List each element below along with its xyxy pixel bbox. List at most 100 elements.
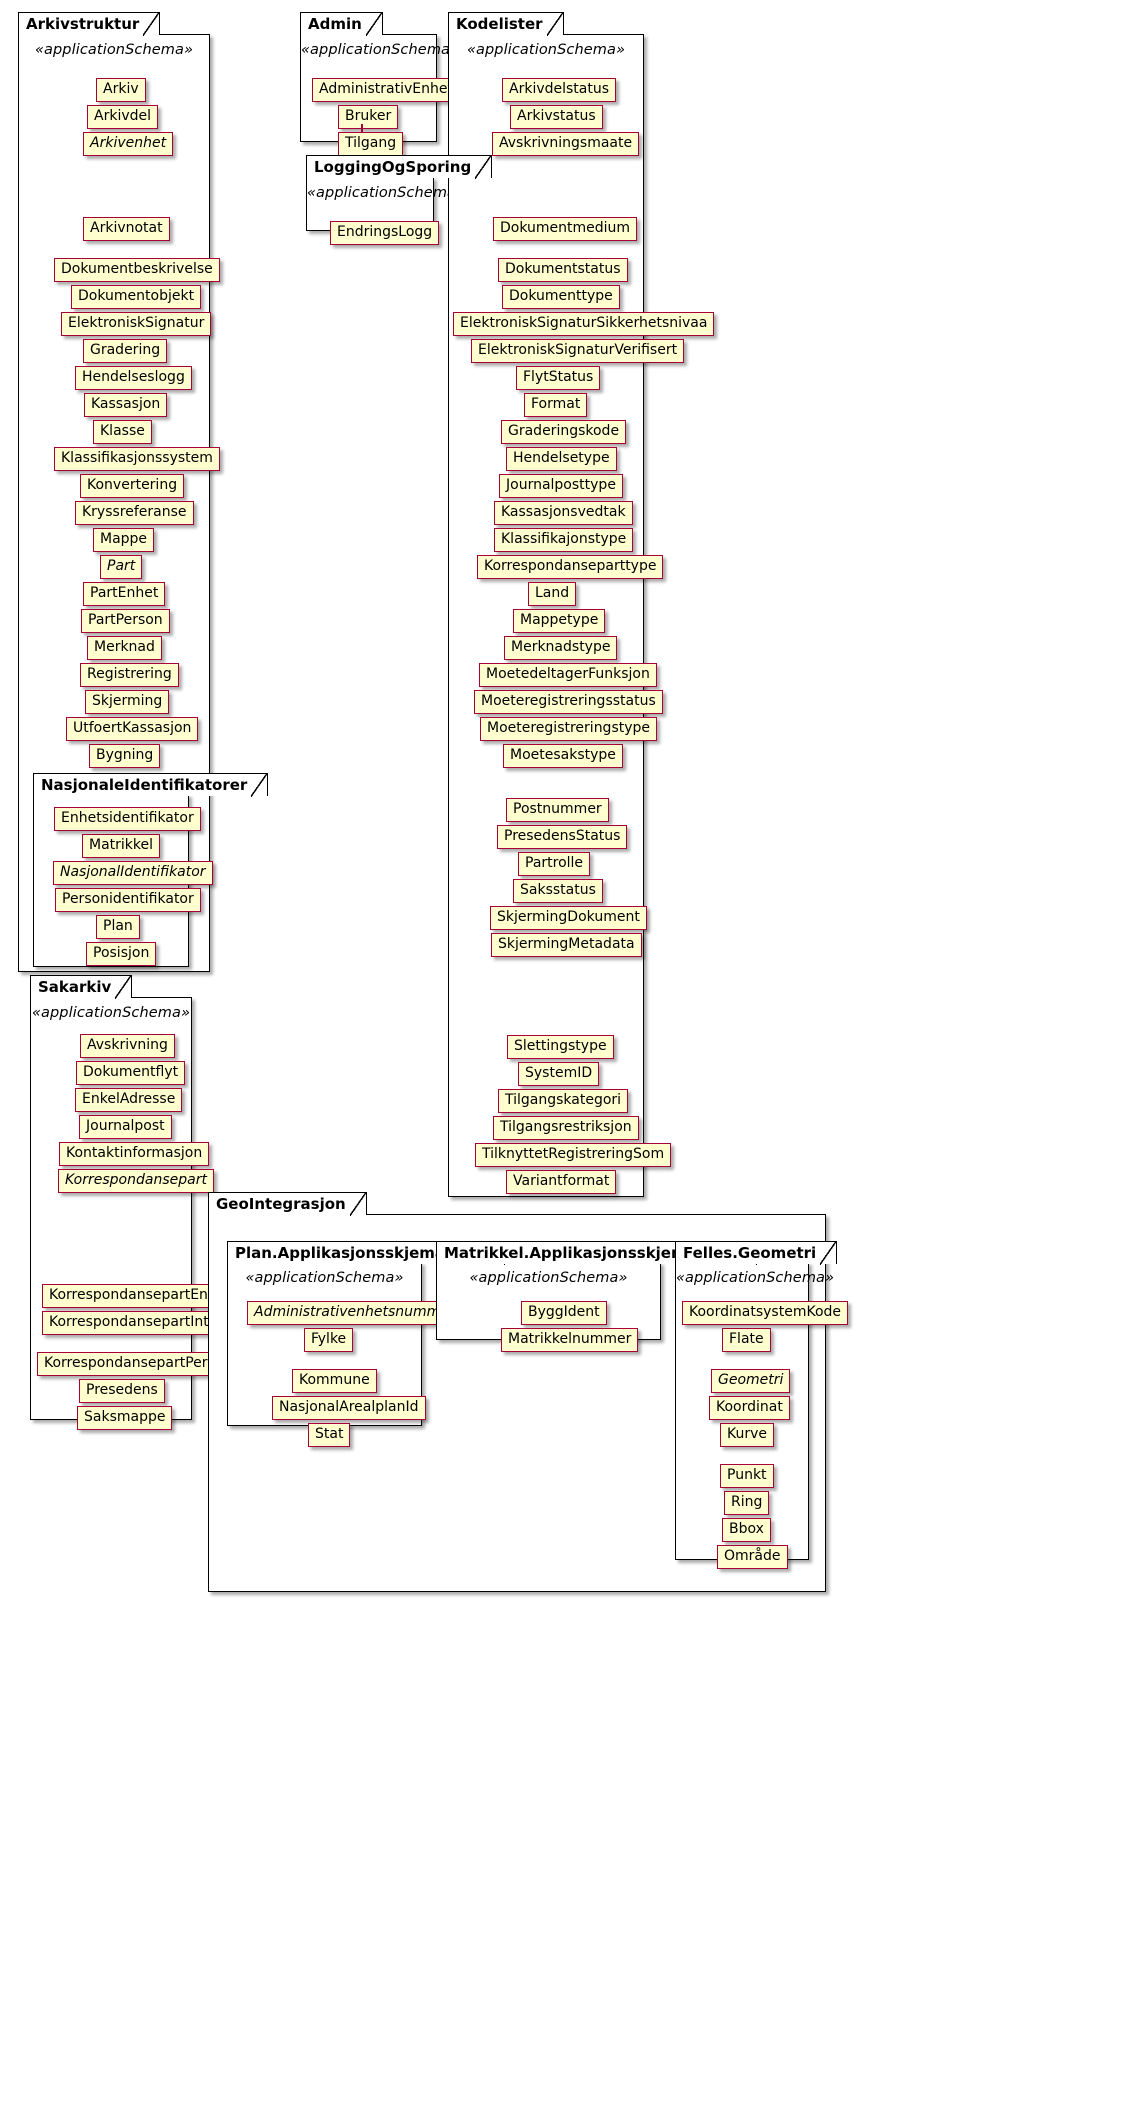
class-slettingstype[interactable]: Slettingstype: [507, 1034, 614, 1059]
package-sakarkiv[interactable]: Sakarkiv «applicationSchema» Avskrivning…: [30, 975, 240, 1430]
class-presedensstatus[interactable]: PresedensStatus: [497, 824, 628, 849]
class-kryssreferanse[interactable]: Kryssreferanse: [75, 500, 194, 525]
package-geointegrasjon[interactable]: GeoIntegrasjon Plan.Applikasjonsskjema.F…: [208, 1192, 849, 1592]
class-systemid[interactable]: SystemID: [518, 1061, 600, 1086]
class-arkivdelstatus[interactable]: Arkivdelstatus: [502, 77, 617, 102]
class-arkivnotat[interactable]: Arkivnotat: [83, 216, 170, 241]
package-felles-geometri[interactable]: Felles.Geometri «applicationSchema» Koor…: [675, 1240, 849, 1569]
class-stat[interactable]: Stat: [308, 1423, 351, 1447]
class-merknadstype[interactable]: Merknadstype: [504, 635, 618, 660]
class-skjermingdokument[interactable]: SkjermingDokument: [490, 905, 647, 930]
class-byggident[interactable]: ByggIdent: [521, 1301, 607, 1325]
class-bbox[interactable]: Bbox: [722, 1518, 771, 1542]
class-nasjonalidentifikator[interactable]: NasjonalIdentifikator: [53, 861, 213, 885]
class-ring[interactable]: Ring: [724, 1491, 770, 1515]
class-klassifikasjonssystem[interactable]: Klassifikasjonssystem: [54, 446, 220, 471]
class-moetedeltagerfunksjon[interactable]: MoetedeltagerFunksjon: [479, 662, 657, 687]
class-konvertering[interactable]: Konvertering: [80, 473, 185, 498]
class-moetesakstype[interactable]: Moetesakstype: [503, 743, 623, 768]
class-graderingskode[interactable]: Graderingskode: [501, 419, 627, 444]
class-presedens[interactable]: Presedens: [79, 1378, 165, 1403]
class-partenhet[interactable]: PartEnhet: [83, 581, 166, 606]
class-avskrivning[interactable]: Avskrivning: [80, 1033, 175, 1058]
class-dokumenttype[interactable]: Dokumenttype: [502, 284, 620, 309]
class-partrolle[interactable]: Partrolle: [518, 851, 591, 876]
class-variantformat[interactable]: Variantformat: [506, 1169, 617, 1194]
class-land[interactable]: Land: [528, 581, 577, 606]
class-administrativenhetsnummer[interactable]: Administrativenhetsnummer: [247, 1301, 462, 1325]
class-tilgang[interactable]: Tilgang: [338, 131, 404, 156]
class-dokumentbeskrivelse[interactable]: Dokumentbeskrivelse: [54, 257, 220, 282]
class-posisjon[interactable]: Posisjon: [86, 942, 157, 966]
class-format[interactable]: Format: [524, 392, 588, 417]
class-registrering[interactable]: Registrering: [80, 662, 179, 687]
class-geometri[interactable]: Geometri: [711, 1369, 791, 1393]
class-plan[interactable]: Plan: [96, 915, 140, 939]
package-kodelister[interactable]: Kodelister «applicationSchema» Arkivdels…: [448, 12, 715, 1197]
class-moeteregistreringstype[interactable]: Moeteregistreringstype: [480, 716, 658, 741]
package-matrikkel-applikasjonsskjema-felles[interactable]: Matrikkel.Applikasjonsskjema.Felles «app…: [436, 1240, 773, 1352]
class-arkivdel[interactable]: Arkivdel: [87, 104, 159, 129]
class-endringslogg[interactable]: EndringsLogg: [330, 220, 440, 245]
class-mappe[interactable]: Mappe: [93, 527, 155, 552]
class-avskrivningsmaate[interactable]: Avskrivningsmaate: [492, 131, 640, 156]
class-partperson[interactable]: PartPerson: [81, 608, 170, 633]
package-arkivstruktur[interactable]: Arkivstruktur «applicationSchema» Arkiv …: [18, 12, 269, 972]
class-kontaktinformasjon[interactable]: Kontaktinformasjon: [59, 1141, 210, 1166]
class-klassifikajonstype[interactable]: Klassifikajonstype: [494, 527, 634, 552]
class-hendelseslogg[interactable]: Hendelseslogg: [75, 365, 192, 390]
class-bygning[interactable]: Bygning: [89, 743, 161, 768]
class-moeteregistreringsstatus[interactable]: Moeteregistreringsstatus: [474, 689, 663, 714]
class-part[interactable]: Part: [100, 554, 143, 579]
class-kommune[interactable]: Kommune: [292, 1369, 377, 1393]
class-punkt[interactable]: Punkt: [720, 1464, 774, 1488]
package-admin[interactable]: Admin «applicationSchema» AdministrativE…: [300, 12, 460, 156]
class-saksstatus[interactable]: Saksstatus: [513, 878, 603, 903]
class-utfoertkassasjon[interactable]: UtfoertKassasjon: [66, 716, 199, 741]
class-enhetsidentifikator[interactable]: Enhetsidentifikator: [54, 807, 201, 831]
class-personidentifikator[interactable]: Personidentifikator: [55, 888, 201, 912]
class-journalposttype[interactable]: Journalposttype: [499, 473, 623, 498]
class-kassasjonsvedtak[interactable]: Kassasjonsvedtak: [494, 500, 633, 525]
class-omraade[interactable]: Område: [717, 1545, 788, 1569]
class-administrativenhet[interactable]: AdministrativEnhet: [312, 77, 460, 102]
class-koordinat[interactable]: Koordinat: [709, 1396, 790, 1420]
class-postnummer[interactable]: Postnummer: [506, 797, 609, 822]
class-mappetype[interactable]: Mappetype: [513, 608, 606, 633]
class-elektronisksignatursikkerhetsnivaa[interactable]: ElektroniskSignaturSikkerhetsnivaa: [453, 311, 715, 336]
class-matrikkel[interactable]: Matrikkel: [82, 834, 161, 858]
class-tilknyttetregistreringsom[interactable]: TilknyttetRegistreringSom: [475, 1142, 672, 1167]
class-dokumentstatus[interactable]: Dokumentstatus: [498, 257, 628, 282]
class-kurve[interactable]: Kurve: [720, 1423, 775, 1447]
package-plan-applikasjonsskjema-felles[interactable]: Plan.Applikasjonsskjema.Felles «applicat…: [227, 1240, 521, 1447]
class-skjermingmetadata[interactable]: SkjermingMetadata: [491, 932, 642, 957]
class-gradering[interactable]: Gradering: [83, 338, 168, 363]
package-loggingogsporing[interactable]: LoggingOgSporing «applicationSchema» End…: [306, 155, 493, 245]
class-arkiv[interactable]: Arkiv: [96, 77, 146, 102]
class-arkivstatus[interactable]: Arkivstatus: [510, 104, 603, 129]
class-korrespondanseparttype[interactable]: Korrespondanseparttype: [477, 554, 664, 579]
class-kassasjon[interactable]: Kassasjon: [84, 392, 168, 417]
class-elektronisksignatur[interactable]: ElektroniskSignatur: [61, 311, 212, 336]
class-arkivenhet[interactable]: Arkivenhet: [83, 131, 174, 156]
class-flate[interactable]: Flate: [722, 1328, 771, 1352]
class-nasjonalarealplanid[interactable]: NasjonalArealplanId: [272, 1396, 426, 1420]
class-saksmappe[interactable]: Saksmappe: [77, 1405, 173, 1430]
class-skjerming[interactable]: Skjerming: [85, 689, 170, 714]
class-enkeladresse[interactable]: EnkelAdresse: [75, 1087, 183, 1112]
class-fylke[interactable]: Fylke: [304, 1328, 354, 1352]
class-tilgangsrestriksjon[interactable]: Tilgangsrestriksjon: [493, 1115, 639, 1140]
class-bruker[interactable]: Bruker: [338, 104, 399, 129]
class-koordinatsystemkode[interactable]: KoordinatsystemKode: [682, 1301, 849, 1325]
class-klasse[interactable]: Klasse: [93, 419, 152, 444]
class-dokumentmedium[interactable]: Dokumentmedium: [493, 216, 638, 241]
class-dokumentobjekt[interactable]: Dokumentobjekt: [71, 284, 202, 309]
class-merknad[interactable]: Merknad: [87, 635, 162, 660]
class-hendelsetype[interactable]: Hendelsetype: [506, 446, 617, 471]
class-matrikkelnummer[interactable]: Matrikkelnummer: [501, 1328, 639, 1352]
class-tilgangskategori[interactable]: Tilgangskategori: [498, 1088, 629, 1113]
class-dokumentflyt[interactable]: Dokumentflyt: [76, 1060, 186, 1085]
class-korrespondansepart[interactable]: Korrespondansepart: [58, 1168, 214, 1193]
class-flytstatus[interactable]: FlytStatus: [516, 365, 601, 390]
package-nasjonaleidentifikatorer[interactable]: NasjonaleIdentifikatorer Enhetsidentifik…: [33, 772, 269, 967]
